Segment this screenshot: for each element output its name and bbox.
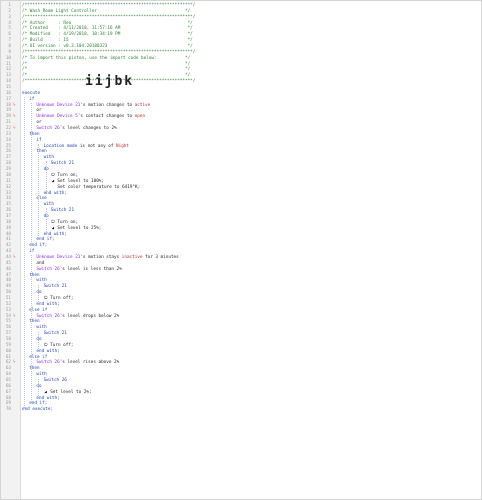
keyword: end if; [29,401,48,407]
condition-operator: 's motion stays [80,254,122,260]
indent-guide [38,331,40,350]
comment-text: /* Wash Room Light Controller */ [22,8,191,14]
condition-subject: Location mode [43,143,78,149]
device-name: Switch 26 [43,378,67,383]
keyword: end execute; [22,407,54,413]
keyword: with [36,372,47,378]
condition-subject: Unknown Device 21 [36,102,81,108]
keyword: execute [22,90,41,96]
condition-duration: for 3 minutes [142,254,179,260]
condition-value: 2% [111,126,117,132]
action-text: Set level to 25%; [57,225,102,231]
keyword: end with; [36,395,60,401]
condition-subject: Switch 26 [36,266,60,272]
indent-guide [24,96,25,409]
comment-text: /* */ [22,67,191,73]
indent-guide [45,208,47,232]
indent-guide [38,143,40,238]
keyword: if [29,249,35,255]
keyword: with [36,278,47,284]
action-text: Set level to 2%; [50,389,92,395]
keyword: if [29,96,35,102]
code-lines: 1/**************************************… [1,3,481,413]
comment-text: /* Modified : 4/19/2018, 10:34:19 PM */ [22,32,193,38]
device-name: Switch 21 [43,284,67,290]
condition-value: 2% [114,313,120,319]
comment-text: /* UI version : v0.3.104.20180323 */ [22,44,193,50]
operator: and [36,260,45,266]
comment-text: /***************************************… [22,3,196,8]
operator: or [36,120,42,126]
code-line: 70 end execute; [1,407,481,413]
comment-text: /* Author : Reo */ [22,20,193,26]
condition-value: 2% [114,360,120,366]
device-name: Switch 21 [50,161,75,167]
keyword: end with; [43,190,67,196]
keyword: end with; [43,231,67,237]
indent-guide [38,378,40,397]
condition-operator: 's level is less than [59,266,117,272]
indent-guide [45,161,47,191]
comment-text: /***************************************… [22,14,196,20]
operator: or [36,108,42,114]
keyword: with [36,325,47,331]
comment-text: /* To import this piston, use the import… [22,55,191,61]
keyword: with [43,155,54,161]
condition-operator: 's level drops below [59,313,115,319]
condition-subject: Switch 26 [36,126,60,132]
keyword: with [43,202,54,208]
indent-guide [31,255,33,403]
keyword: if [36,137,42,143]
condition-operator: is not any of [77,143,117,149]
device-name: Switch 21 [50,208,75,214]
condition-operator: 's level changes to [59,126,112,132]
action-text: Set level to 100%; [57,178,104,184]
line-number: 70 [5,407,11,413]
action-text: Turn on; [57,172,79,178]
condition-subject: Unknown Device 21 [36,254,81,260]
condition-subject: Switch 26 [36,360,60,366]
comment-text: /* Build : 15 */ [22,38,193,44]
condition-subject: Unknown Device 5 [36,114,78,120]
comment-text: /* Created : 4/11/2018, 11:57:16 AM */ [22,26,193,32]
condition-value: Night [116,143,129,149]
action-text: Set color temperature to 6419°K; [57,184,141,190]
piston-code-viewer: 1/**************************************… [0,0,482,500]
keyword: end if; [29,243,48,249]
action-text: Turn on; [57,219,79,225]
condition-value: 2% [116,266,122,272]
condition-value: inactive [121,254,143,260]
indent-guide [38,284,40,303]
comment-text: /* */ [22,61,191,67]
code-text: end execute; [22,407,479,413]
comment-text: /***************************************… [22,49,196,55]
keyword: end with; [36,348,60,354]
keyword: end with; [36,301,60,307]
device-name: Switch 21 [43,331,67,337]
condition-operator: 's level rises above [59,360,115,366]
condition-value: open [134,114,146,120]
condition-operator: 's motion changes to [80,102,135,108]
condition-operator: 's contact changes to [77,114,135,120]
condition-subject: Switch 26 [36,313,60,319]
action-text: Turn off; [50,342,74,348]
import-code: iijbk [85,74,135,89]
indent-guide [31,102,33,244]
keyword: end if; [36,237,55,243]
action-text: Turn off; [50,295,74,301]
condition-value: active [134,102,151,108]
